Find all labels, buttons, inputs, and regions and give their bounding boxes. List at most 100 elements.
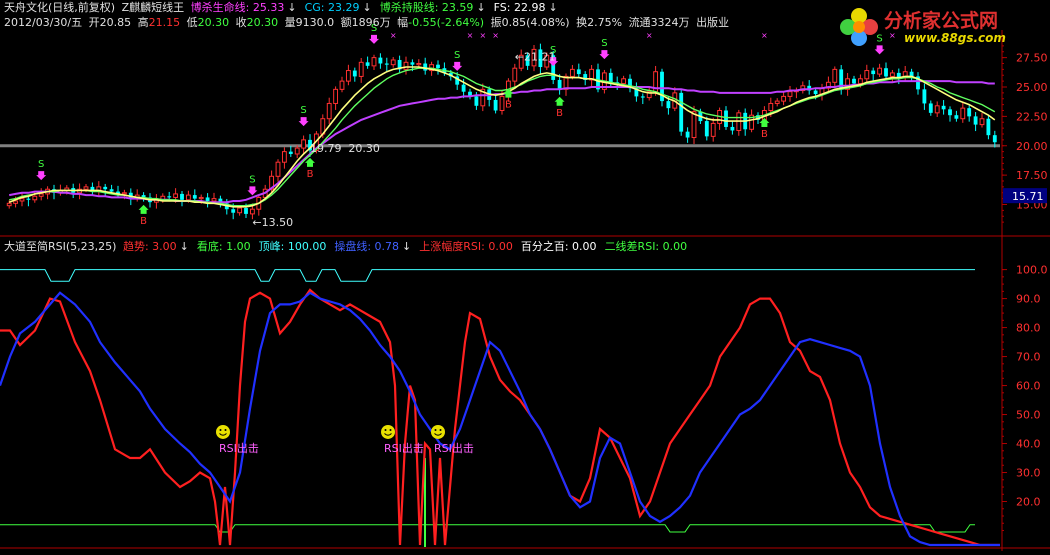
- candle-body-down: [103, 186, 108, 190]
- rsi-y-tick-label: 50.0: [1016, 409, 1041, 422]
- candle-body-up: [403, 61, 409, 70]
- candle-body-up: [121, 192, 127, 195]
- y-tick-label: 27.50: [1016, 52, 1048, 65]
- sub-item-value: 0.00: [568, 240, 597, 253]
- close-value: 20.30: [246, 16, 279, 29]
- rsi-signal-label: RSI出击: [434, 441, 474, 455]
- top-marker-icon: ×: [646, 31, 653, 40]
- sub-item-label: 顶峰:: [258, 240, 285, 253]
- candle-body-up: [934, 105, 940, 114]
- signal-s-label: S: [38, 159, 44, 170]
- header-line-label: 博杀持股线:: [379, 1, 439, 14]
- candle-body-down: [730, 126, 735, 131]
- candle-body-up: [960, 107, 966, 120]
- candle-body-down: [180, 193, 184, 200]
- info-turnover: 换2.75%: [576, 16, 622, 29]
- candle-body-down: [666, 101, 671, 109]
- candle-body-up: [185, 194, 191, 201]
- candle-body-down: [288, 151, 293, 154]
- candle-body-down: [724, 110, 728, 127]
- chart-stage: 15.00 17.50 20.00 22.50 25.00 27.50 15.71 S S S S S…: [0, 0, 1050, 551]
- header-line-value: 23.29: [324, 1, 360, 14]
- candle-body-down: [231, 209, 236, 213]
- price-annotation: ←13.50: [252, 216, 293, 229]
- candle-body-down: [992, 135, 997, 143]
- sub-item-value: 0.00: [659, 240, 688, 253]
- candle-body-down: [679, 92, 684, 132]
- candle-body-down: [436, 64, 440, 69]
- info-float: 流通3324万: [629, 16, 690, 29]
- candle-body-down: [948, 109, 952, 116]
- y-tick-label: 25.00: [1016, 81, 1048, 94]
- candle-body-up: [691, 111, 697, 139]
- sub-item-value: 0.00: [484, 240, 513, 253]
- low-value: 20.30: [197, 16, 230, 29]
- candle-body-down: [871, 70, 876, 75]
- candle-body-down: [423, 63, 428, 71]
- rsi-y-tick-label: 90.0: [1016, 293, 1041, 306]
- indicator-values: 博杀生命线: 25.33 ↓ CG: 23.29 ↓ 博杀持股线: 23.59 ↓ FS: …: [191, 1, 566, 14]
- info-change: 幅-0.55(-2.64%): [397, 16, 484, 29]
- candle-body-up: [390, 59, 396, 66]
- chart-canvas[interactable]: 15.0017.5020.0022.5025.0027.5015.71SSSSS…: [0, 0, 1050, 551]
- candle-body-down: [986, 118, 991, 136]
- candle-body-down: [378, 57, 383, 64]
- info-volume: 量9130.0: [285, 16, 335, 29]
- candle-body-up: [333, 88, 339, 104]
- sub-item-label: 上涨幅度RSI:: [419, 240, 485, 253]
- rsi-y-tick-label: 30.0: [1016, 467, 1041, 480]
- info-sector: 出版业: [696, 16, 730, 29]
- rsi-signal-label: RSI出击: [219, 441, 259, 455]
- candle-body-down: [852, 78, 856, 84]
- stock-name: 天舟文化(日线,前复权): [4, 1, 116, 14]
- candle-body-up: [345, 70, 351, 82]
- candle-body-up: [198, 196, 204, 200]
- header-line-value: 23.59: [438, 1, 474, 14]
- sub-item-arrow: ↓: [179, 240, 189, 253]
- candle-body-up: [710, 122, 716, 137]
- top-marker-icon: ×: [492, 31, 499, 40]
- sub-item-label: 趋势:: [122, 240, 149, 253]
- signal-b-label: B: [556, 108, 563, 119]
- float-label: 流通: [628, 16, 651, 29]
- info-close: 收20.30: [236, 16, 279, 29]
- sub-item-label: 百分之百:: [520, 240, 569, 253]
- main-header: 天舟文化(日线,前复权) Z麒麟短线王 博杀生命线: 25.33 ↓ CG: 23.…: [4, 1, 569, 15]
- price-info-bar: 2012/03/30/五 开20.85 高21.15 低20.30 收20.30…: [4, 16, 732, 30]
- amount-value: 1896万: [351, 16, 391, 29]
- candle-body-up: [621, 78, 627, 84]
- candle-body-up: [864, 70, 870, 80]
- candle-body-down: [167, 196, 172, 198]
- candle-body-up: [326, 102, 332, 120]
- y-tick-label: 20.00: [1016, 140, 1048, 153]
- sub-header: 大道至简RSI(5,23,25) 趋势: 3.00 ↓ 看底: 1.00 顶峰: 10…: [4, 240, 698, 254]
- smiley-eye-icon: [219, 428, 222, 431]
- header-line-label: FS:: [493, 1, 511, 14]
- top-marker-icon: ×: [467, 31, 474, 40]
- sub-item-1: 看底: 1.00: [197, 240, 251, 253]
- candle-body-up: [6, 202, 12, 207]
- logo-url: www.88gs.com: [904, 31, 1006, 45]
- header-line-arrow: ↓: [287, 1, 297, 14]
- candle-body-down: [954, 115, 959, 119]
- smiley-face-icon: [381, 424, 395, 439]
- header-line-arrow: ↓: [476, 1, 486, 14]
- header-line-label: 博杀生命线:: [190, 1, 250, 14]
- info-date: 2012/03/30/五: [4, 16, 83, 29]
- candle-body-down: [685, 131, 690, 138]
- site-logo: 分析家公式网 www.88gs.com: [834, 4, 1044, 50]
- header-line-value: 25.33: [249, 1, 285, 14]
- candle-body-down: [205, 197, 210, 201]
- chg-value: -0.55(-2.64%): [408, 16, 485, 29]
- logo-title: 分析家公式网: [884, 10, 999, 32]
- candle-body-down: [704, 121, 709, 137]
- candle-body-up: [768, 102, 774, 111]
- candle-body-down: [26, 198, 31, 200]
- smiley-eye-icon: [224, 428, 227, 431]
- candle-body-down: [576, 69, 581, 75]
- sub-item-label: 二线差RSI:: [604, 240, 660, 253]
- candle-body-up: [774, 100, 780, 104]
- candle-body-up: [781, 95, 787, 102]
- candle-body-up: [857, 78, 863, 84]
- candle-body-down: [493, 99, 498, 111]
